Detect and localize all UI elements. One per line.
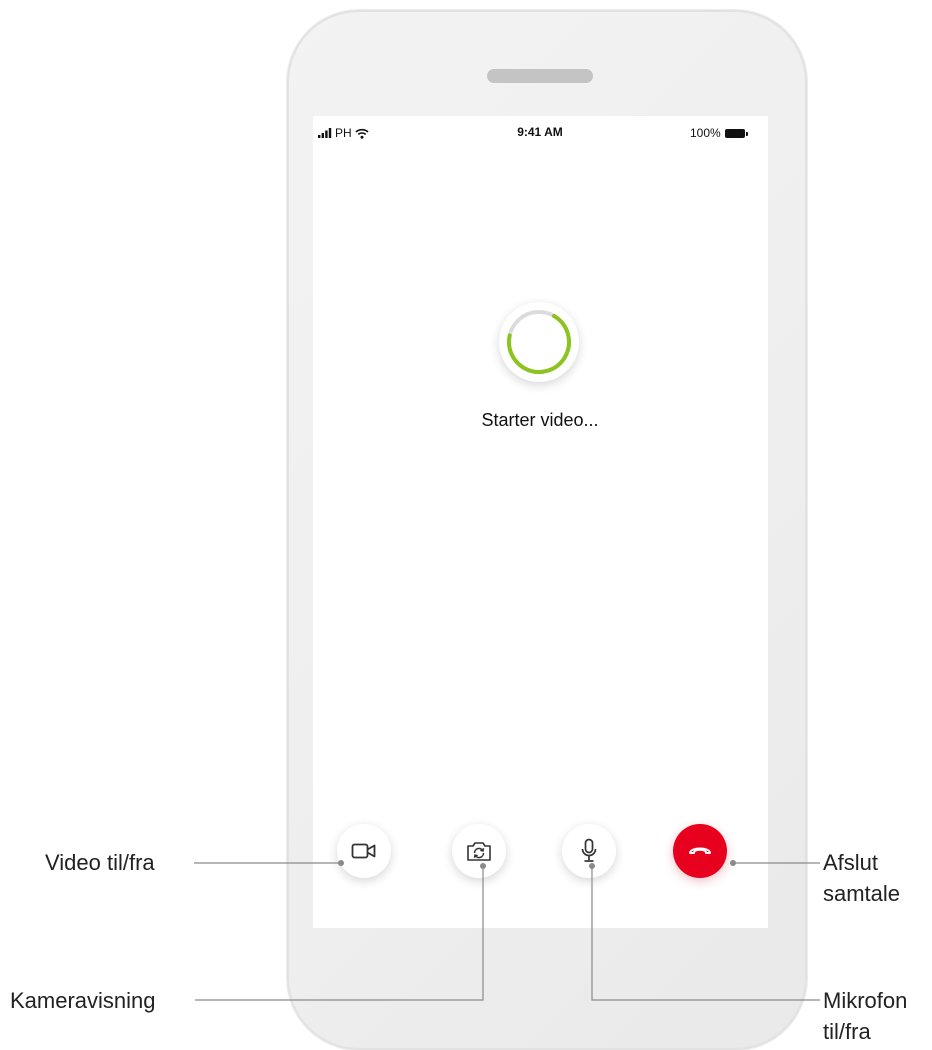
callout-label-video: Video til/fra — [45, 850, 155, 875]
loading-text: Starter video... — [481, 410, 599, 430]
status-time: 9:41 AM — [517, 125, 563, 139]
carrier-label: PH — [335, 126, 352, 140]
microphone-icon — [581, 838, 597, 862]
battery-icon — [724, 128, 748, 138]
callout-label-end: Afslut samtale — [823, 847, 900, 909]
end-call-button[interactable] — [673, 824, 727, 878]
loading-spinner — [499, 302, 579, 382]
battery-percent: 100% — [690, 126, 721, 140]
callout-label-camera: Kameravisning — [10, 988, 156, 1013]
camera-switch-button[interactable] — [452, 824, 506, 878]
wifi-icon — [355, 128, 369, 139]
status-bar-left: PH — [318, 125, 369, 141]
signal-icon — [318, 128, 332, 138]
callout-label-mic-line1: Mikrofon — [823, 988, 908, 1013]
callout-label-end-line2: samtale — [823, 881, 901, 906]
video-camera-icon — [351, 843, 376, 859]
spinner-icon — [507, 310, 571, 375]
callout-label-mic-line2: til/fra — [823, 1019, 871, 1044]
callout-label-end-line1: Afslut — [823, 850, 879, 875]
callout-dot-camera — [480, 863, 486, 869]
end-call-icon — [689, 847, 711, 854]
callout-dot-video — [338, 860, 344, 866]
callout-dot-mic — [589, 863, 595, 869]
callout-label-mic: Mikrofon til/fra — [823, 985, 907, 1047]
phone-screen — [313, 116, 768, 928]
camera-switch-icon — [467, 842, 491, 861]
microphone-toggle-button[interactable] — [562, 824, 616, 878]
callout-dot-end — [730, 860, 736, 866]
phone-speaker — [487, 69, 593, 83]
video-toggle-button[interactable] — [337, 824, 391, 878]
status-bar-right: 100% — [690, 125, 748, 141]
